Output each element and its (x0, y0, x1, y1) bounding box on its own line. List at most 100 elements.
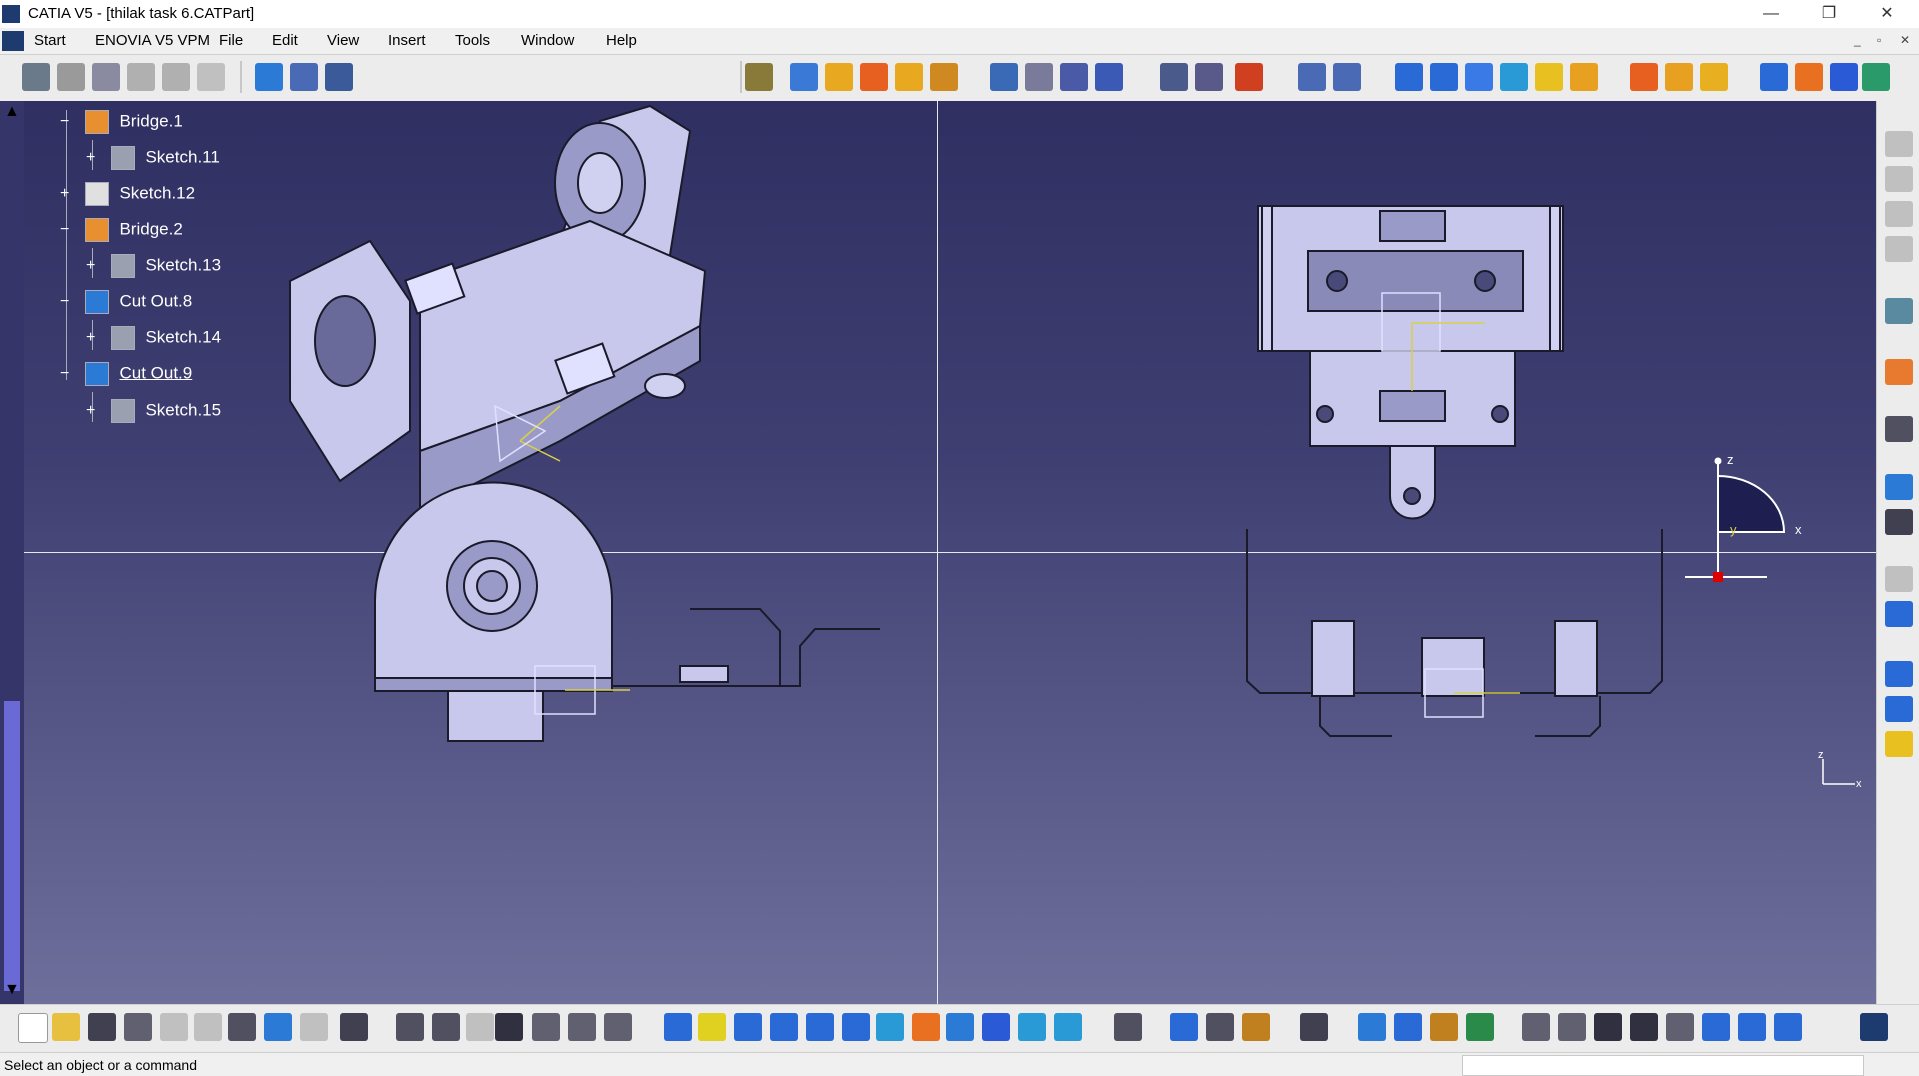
menu-help[interactable]: Help (606, 32, 637, 49)
select-icon[interactable] (1885, 359, 1913, 385)
save-icon[interactable] (88, 1013, 116, 1041)
bend-icon[interactable] (930, 63, 958, 91)
photo-studio-icon[interactable] (1885, 474, 1913, 500)
tree-item-cut-out-9[interactable]: − Cut Out.9 (60, 362, 192, 392)
plane-icon[interactable] (1830, 63, 1858, 91)
top-part-view[interactable] (1257, 205, 1564, 520)
isometric-part-view[interactable] (289, 104, 707, 513)
expert-check-icon[interactable] (604, 1013, 632, 1041)
minimize-button[interactable]: — (1742, 0, 1800, 28)
help-doc-icon[interactable] (197, 63, 225, 91)
scroll-down-arrow-icon[interactable]: ▼ (4, 981, 20, 999)
ratio-icon[interactable] (1630, 1013, 1658, 1041)
sheet-metal-params-icon[interactable] (745, 63, 773, 91)
tear-drop-icon[interactable] (1665, 63, 1693, 91)
hole-icon[interactable] (1430, 63, 1458, 91)
tree-scrollbar[interactable]: ▲ ▼ (0, 101, 24, 1004)
fly-mode-icon[interactable] (664, 1013, 692, 1041)
catalog-browser-icon[interactable] (1885, 166, 1913, 192)
chamfer-icon[interactable] (1535, 63, 1563, 91)
open-icon[interactable] (52, 1013, 80, 1041)
constraints-icon[interactable] (1333, 63, 1361, 91)
collapse-icon[interactable]: − (60, 294, 74, 310)
menu-view[interactable]: View (327, 32, 359, 49)
compass-widget[interactable] (1685, 457, 1786, 583)
line-icon[interactable] (1795, 63, 1823, 91)
multi-view-icon[interactable] (912, 1013, 940, 1041)
view-mode-icon[interactable] (290, 63, 318, 91)
sketch-icon[interactable] (255, 63, 283, 91)
axis-system-tool-icon[interactable] (1594, 1013, 1622, 1041)
sphere-icon[interactable] (1558, 1013, 1586, 1041)
new-file-icon[interactable] (18, 1013, 48, 1043)
formula-fx-icon[interactable] (396, 1013, 424, 1041)
geometry-viewport[interactable]: z x y z x (0, 101, 1876, 1004)
paste-object-icon[interactable] (1885, 236, 1913, 262)
copy-icon[interactable] (194, 1013, 222, 1041)
link-icon[interactable] (466, 1013, 494, 1041)
apply-material-icon[interactable] (1358, 1013, 1386, 1041)
menu-window[interactable]: Window (521, 32, 574, 49)
rotate-icon[interactable] (770, 1013, 798, 1041)
normal-view-icon[interactable] (876, 1013, 904, 1041)
plane-display-icon[interactable] (1774, 1013, 1802, 1041)
formula-icon[interactable] (162, 63, 190, 91)
catalog-icon[interactable] (1885, 131, 1913, 157)
wall-icon[interactable] (790, 63, 818, 91)
settings-icon[interactable] (1430, 1013, 1458, 1041)
mdi-minimize-button[interactable]: _ (1854, 33, 1861, 47)
save-management-icon[interactable] (1885, 509, 1913, 535)
point-icon[interactable] (1760, 63, 1788, 91)
list-icon[interactable] (1738, 1013, 1766, 1041)
corner-icon[interactable] (1500, 63, 1528, 91)
undo-icon[interactable] (264, 1013, 292, 1041)
update-icon[interactable] (1114, 1013, 1142, 1041)
tree-item-sketch-12[interactable]: + Sketch.12 (60, 182, 195, 212)
isometric-view-icon[interactable] (946, 1013, 974, 1041)
copy-object-icon[interactable] (1885, 201, 1913, 227)
whats-this-icon[interactable] (325, 63, 353, 91)
rectangular-pattern-icon[interactable] (1025, 63, 1053, 91)
tree-item-bridge-2[interactable]: − Bridge.2 (60, 218, 183, 248)
menu-start[interactable]: Start (34, 32, 66, 49)
line-tool-icon[interactable] (1885, 696, 1913, 722)
plane-tool-icon[interactable] (1885, 731, 1913, 757)
power-input-field[interactable] (1462, 1055, 1864, 1076)
menu-file[interactable]: File (219, 32, 243, 49)
expand-icon[interactable]: + (86, 150, 100, 166)
pan-icon[interactable] (734, 1013, 762, 1041)
fit-all-icon[interactable] (698, 1013, 726, 1041)
collapse-icon[interactable]: − (60, 366, 74, 382)
menu-edit[interactable]: Edit (272, 32, 298, 49)
paste-icon[interactable] (228, 1013, 256, 1041)
cut-icon[interactable] (160, 1013, 188, 1041)
side-part-view[interactable] (1246, 529, 1663, 737)
expand-icon[interactable]: + (86, 403, 100, 419)
collapse-icon[interactable]: − (60, 114, 74, 130)
measure-between-icon[interactable] (1170, 1013, 1198, 1041)
flange-icon[interactable] (895, 63, 923, 91)
print-icon[interactable] (124, 1013, 152, 1041)
measure-icon[interactable] (1235, 63, 1263, 91)
layers-icon[interactable] (1466, 1013, 1494, 1041)
stamp-icon[interactable] (1395, 63, 1423, 91)
close-button[interactable]: ✕ (1858, 0, 1916, 28)
menu-insert[interactable]: Insert (388, 32, 426, 49)
comment-icon[interactable] (432, 1013, 460, 1041)
knowledge-icon[interactable] (127, 63, 155, 91)
annotation-icon[interactable] (1160, 63, 1188, 91)
tree-item-sketch-15[interactable]: + Sketch.15 (86, 399, 221, 429)
measure-inertia-icon[interactable] (1242, 1013, 1270, 1041)
zoom-in-icon[interactable] (806, 1013, 834, 1041)
measure-item-icon[interactable] (1206, 1013, 1234, 1041)
point-tool-icon[interactable] (1885, 661, 1913, 687)
scroll-thumb[interactable] (4, 701, 20, 991)
snap-icon[interactable] (1702, 1013, 1730, 1041)
catia-logo-icon[interactable] (2, 31, 24, 51)
law-icon[interactable] (1394, 1013, 1422, 1041)
stack-icon[interactable] (1666, 1013, 1694, 1041)
zoom-out-icon[interactable] (842, 1013, 870, 1041)
new-window-icon[interactable] (1885, 601, 1913, 627)
menu-enovia[interactable]: ENOVIA V5 VPM (95, 32, 210, 49)
shading-icon[interactable] (982, 1013, 1010, 1041)
